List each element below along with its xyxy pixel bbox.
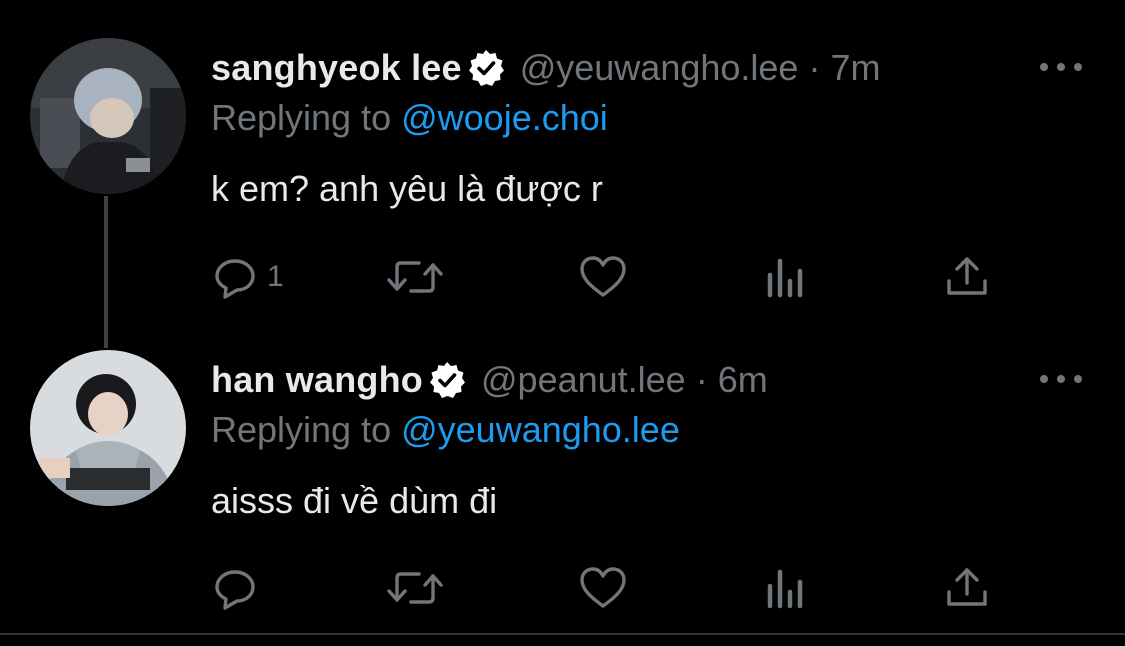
action-bar: 1 [211, 252, 1001, 302]
heart-icon [578, 253, 628, 301]
views-button[interactable] [764, 563, 808, 613]
reply-button[interactable]: 1 [211, 252, 284, 302]
reply-count: 1 [267, 260, 284, 293]
separator-dot: · [695, 359, 708, 400]
reply-button[interactable] [211, 563, 267, 613]
retweet-icon [385, 564, 445, 612]
display-name[interactable]: han wangho [211, 359, 423, 401]
tweet-header: sanghyeok lee @yeuwangho.lee · 7m [211, 45, 880, 91]
analytics-bars-icon [764, 564, 808, 612]
analytics-bars-icon [764, 253, 808, 301]
heart-icon [578, 564, 628, 612]
user-handle[interactable]: @peanut.lee [481, 359, 686, 401]
mention-link[interactable]: @yeuwangho.lee [401, 409, 680, 450]
tweet-text: aisss đi về dùm đi [211, 480, 498, 521]
reply-bubble-icon [211, 564, 259, 612]
tweet-text: k em? anh yêu là được r [211, 168, 603, 209]
retweet-button[interactable] [385, 563, 453, 613]
reply-bubble-icon [211, 253, 259, 301]
views-button[interactable] [764, 252, 808, 302]
display-name[interactable]: sanghyeok lee [211, 47, 462, 89]
user-handle[interactable]: @yeuwangho.lee [520, 47, 799, 89]
avatar[interactable] [30, 38, 186, 194]
retweet-button[interactable] [385, 252, 453, 302]
tweet-header: han wangho @peanut.lee · 6m [211, 357, 768, 403]
avatar[interactable] [30, 350, 186, 506]
replying-to-line: Replying to @yeuwangho.lee [211, 409, 680, 451]
separator-dot: · [808, 47, 821, 88]
share-upload-icon [943, 253, 991, 301]
reply-thread: sanghyeok lee @yeuwangho.lee · 7m Replyi… [0, 0, 1125, 646]
divider [0, 633, 1125, 635]
timestamp[interactable]: 7m [830, 47, 880, 89]
more-dots-icon[interactable] [1040, 372, 1082, 386]
mention-link[interactable]: @wooje.choi [401, 97, 608, 138]
replying-prefix: Replying to [211, 97, 402, 138]
share-button[interactable] [943, 563, 991, 613]
more-dots-icon[interactable] [1040, 60, 1082, 74]
share-button[interactable] [943, 252, 991, 302]
replying-prefix: Replying to [211, 409, 402, 450]
timestamp[interactable]: 6m [718, 359, 768, 401]
share-upload-icon [943, 564, 991, 612]
verified-badge-icon [466, 48, 506, 88]
thread-connector-line [104, 196, 108, 348]
replying-to-line: Replying to @wooje.choi [211, 97, 608, 139]
action-bar [211, 563, 1001, 613]
retweet-icon [385, 253, 445, 301]
like-button[interactable] [578, 563, 636, 613]
verified-badge-icon [427, 360, 467, 400]
like-button[interactable] [578, 252, 636, 302]
